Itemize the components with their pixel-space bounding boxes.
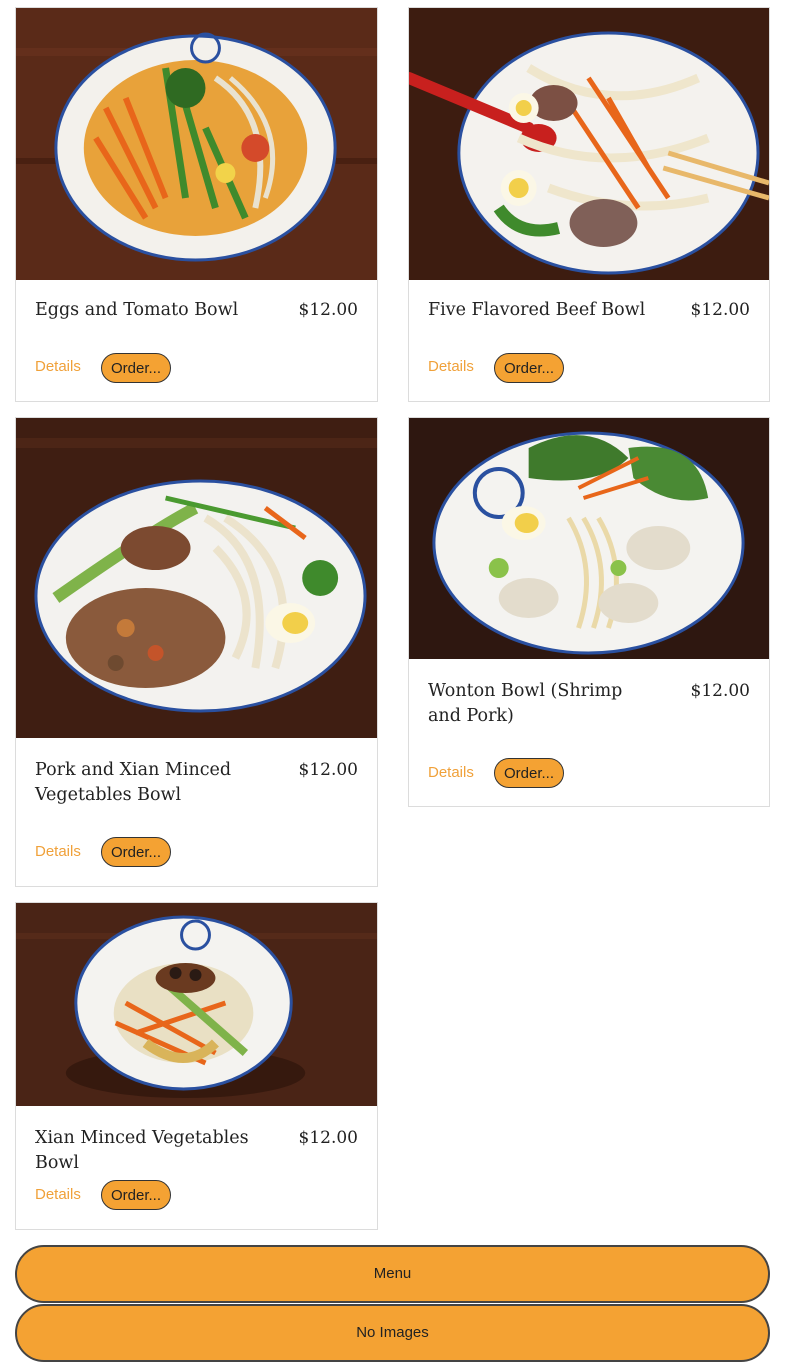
no-images-button[interactable]: No Images xyxy=(15,1304,770,1362)
menu-item-card: Xian Minced Vegetables Bowl $12.00 Detai… xyxy=(15,902,378,1230)
menu-item-card: Eggs and Tomato Bowl $12.00 Details Orde… xyxy=(15,7,378,402)
dish-name: Eggs and Tomato Bowl xyxy=(35,300,239,320)
menu-item-card: Wonton Bowl (Shrimp and Pork) $12.00 Det… xyxy=(408,417,770,807)
details-link[interactable]: Details xyxy=(35,1185,81,1205)
order-button[interactable]: Order... xyxy=(494,353,564,383)
order-button[interactable]: Order... xyxy=(101,353,171,383)
dish-name: Wonton Bowl (Shrimp and Pork) xyxy=(428,681,623,726)
dish-photo xyxy=(16,903,377,1106)
dish-name: Five Flavored Beef Bowl xyxy=(428,300,646,320)
dish-price: $12.00 xyxy=(690,300,750,320)
order-button[interactable]: Order... xyxy=(494,758,564,788)
menu-item-card: Pork and Xian Minced Vegetables Bowl $12… xyxy=(15,417,378,887)
dish-price: $12.00 xyxy=(298,760,358,780)
dish-price: $12.00 xyxy=(298,300,358,320)
dish-name: Pork and Xian Minced Vegetables Bowl xyxy=(35,760,232,805)
order-button[interactable]: Order... xyxy=(101,837,171,867)
details-link[interactable]: Details xyxy=(35,842,81,862)
menu-button[interactable]: Menu xyxy=(15,1245,770,1303)
details-link[interactable]: Details xyxy=(428,763,474,783)
dish-photo xyxy=(16,418,377,738)
dish-photo xyxy=(409,8,769,280)
details-link[interactable]: Details xyxy=(428,357,474,377)
dish-price: $12.00 xyxy=(690,681,750,701)
details-link[interactable]: Details xyxy=(35,357,81,377)
dish-price: $12.00 xyxy=(298,1128,358,1148)
dish-photo xyxy=(16,8,377,280)
order-button[interactable]: Order... xyxy=(101,1180,171,1210)
dish-name: Xian Minced Vegetables Bowl xyxy=(35,1128,249,1173)
dish-photo xyxy=(409,418,769,659)
menu-item-card: Five Flavored Beef Bowl $12.00 Details O… xyxy=(408,7,770,402)
